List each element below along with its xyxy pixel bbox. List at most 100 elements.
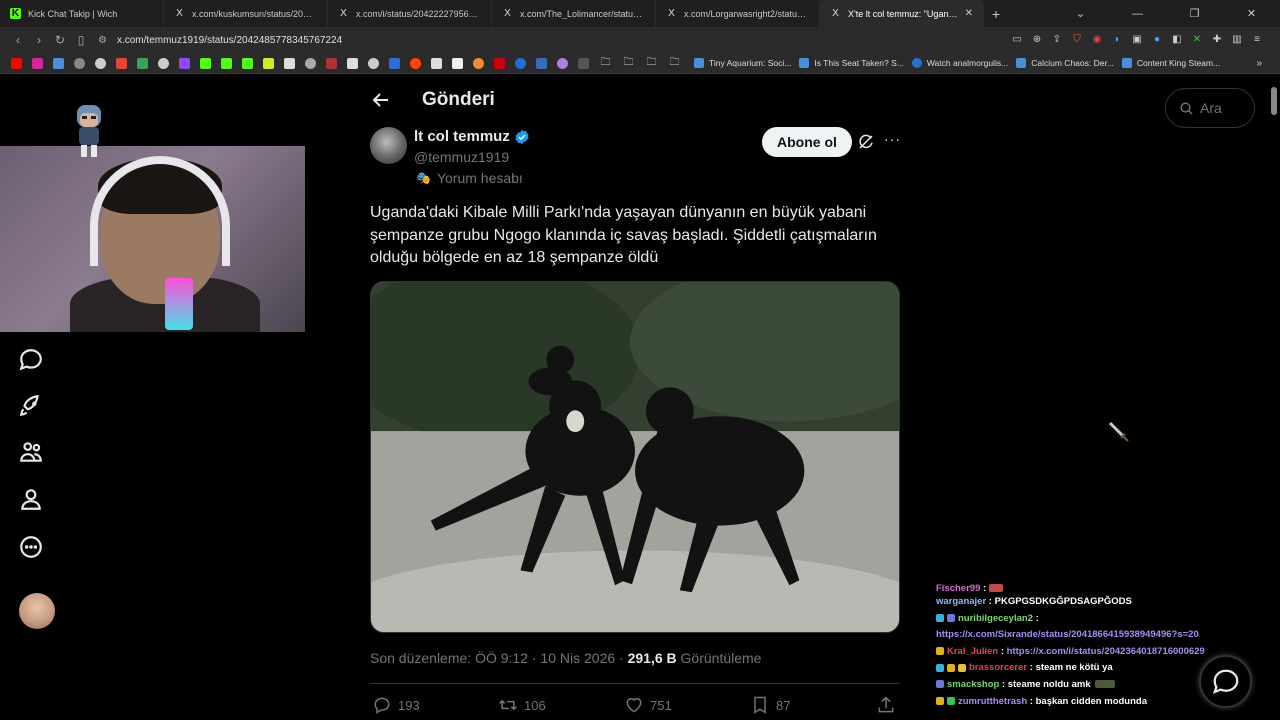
account-avatar[interactable] [19, 593, 55, 629]
menu-icon[interactable]: ≡ [1250, 33, 1264, 47]
bookmark-favicon-icon[interactable] [384, 56, 405, 70]
reload-icon[interactable]: ↻ [50, 33, 70, 47]
browser-tab[interactable]: X x.com/The_Lolimancer/status/20421... [492, 0, 656, 27]
browser-tab[interactable]: X x.com/kuskumsun/status/20425426... [164, 0, 328, 27]
more-bookmarks-icon[interactable]: » [1256, 58, 1262, 69]
kick-icon[interactable] [195, 56, 216, 70]
scrollbar-thumb[interactable] [1271, 87, 1277, 115]
bookmark-link[interactable]: Content King Steam... [1121, 58, 1220, 68]
author-handle[interactable]: @temmuz1919 [414, 149, 509, 165]
bookmark-favicon-icon[interactable] [489, 56, 510, 70]
extension-icon[interactable]: ◧ [1170, 33, 1184, 47]
subscribe-button[interactable]: Abone ol [762, 127, 852, 157]
communities-icon[interactable] [18, 439, 44, 465]
bookmark-favicon-icon[interactable] [573, 56, 594, 70]
url-field[interactable]: ⚙ x.com/temmuz1919/status/20424857783457… [98, 30, 1010, 50]
bookmark-link[interactable]: Is This Seat Taken? S... [799, 58, 904, 68]
cast-icon[interactable]: ▭ [1010, 33, 1024, 47]
puzzle-icon[interactable]: ✚ [1210, 33, 1224, 47]
minimize-icon[interactable]: — [1109, 8, 1166, 20]
bookmark-favicon-icon[interactable] [90, 56, 111, 70]
more-options-icon[interactable] [18, 534, 44, 560]
reddit-icon[interactable] [405, 56, 426, 70]
bookmark-favicon-icon[interactable] [363, 56, 384, 70]
chevron-down-icon[interactable]: ⌄ [1052, 7, 1109, 20]
extension-icon[interactable]: ◗ [1110, 33, 1124, 47]
bookmark-favicon-icon[interactable] [300, 56, 321, 70]
like-button[interactable]: 751 [624, 695, 672, 715]
chat-bubble-icon [1212, 669, 1238, 694]
more-icon[interactable]: ··· [884, 131, 904, 151]
back-arrow-icon[interactable] [366, 85, 396, 115]
instagram-icon[interactable] [27, 56, 48, 70]
folder-icon[interactable]: 🗀 [594, 55, 617, 72]
extension-icon[interactable]: ◉ [1090, 33, 1104, 47]
kick-icon[interactable] [237, 56, 258, 70]
kick-icon[interactable] [216, 56, 237, 70]
search-input[interactable] [1200, 100, 1250, 116]
profile-icon[interactable] [18, 486, 44, 512]
bookmark-favicon-icon[interactable] [153, 56, 174, 70]
bookmark-favicon-icon[interactable] [426, 56, 447, 70]
bookmark-link[interactable]: Calcium Chaos: Der... [1016, 58, 1114, 68]
extension-icon[interactable]: ● [1150, 33, 1164, 47]
messages-fab[interactable] [1199, 655, 1252, 708]
back-icon[interactable]: ‹ [8, 33, 28, 47]
share-icon[interactable]: ⇪ [1050, 33, 1064, 47]
author-avatar[interactable] [370, 127, 407, 164]
repost-button[interactable]: 106 [498, 695, 546, 715]
gmail-icon[interactable] [111, 56, 132, 70]
bookmark-favicon-icon[interactable] [69, 56, 90, 70]
messages-icon[interactable] [18, 347, 44, 373]
chat-link[interactable]: https://x.com/Sixrande/status/2041866415… [936, 629, 1199, 640]
browser-tab[interactable]: X x.com/Lorgarwasright2/status/2042... [656, 0, 820, 27]
bookmark-favicon-icon[interactable] [279, 56, 300, 70]
restore-icon[interactable]: ❐ [1166, 7, 1223, 20]
bookmark-favicon-icon[interactable] [552, 56, 573, 70]
twitch-icon[interactable] [174, 56, 195, 70]
bookmark-favicon-icon[interactable] [321, 56, 342, 70]
grok-icon[interactable] [857, 133, 875, 151]
sidebar-icon[interactable]: ▥ [1230, 33, 1244, 47]
account-label: 🎭 Yorum hesabı [416, 170, 523, 186]
brave-shield-icon[interactable]: ⛉ [1070, 33, 1084, 47]
post-image[interactable] [370, 281, 900, 633]
rocket-icon[interactable] [18, 393, 44, 419]
chat-username: zumrutthetrash [958, 695, 1028, 707]
chat-link[interactable]: https://x.com/i/status/20423640187160006… [1007, 646, 1205, 657]
browser-tab[interactable]: K Kick Chat Takip | Wich [0, 0, 164, 27]
chat-text: steam ne kötü ya [1035, 662, 1113, 674]
extension-icon[interactable]: ▣ [1130, 33, 1144, 47]
drive-icon[interactable] [132, 56, 153, 70]
folder-icon[interactable]: 🗀 [663, 55, 686, 72]
bookmark-icon[interactable]: ▯ [71, 33, 91, 47]
zoom-icon[interactable]: ⊕ [1030, 33, 1044, 47]
folder-icon[interactable]: 🗀 [617, 55, 640, 72]
extension-icon[interactable]: ✕ [1190, 33, 1204, 47]
forward-icon[interactable]: › [29, 33, 49, 47]
youtube-icon[interactable] [6, 56, 27, 70]
folder-icon[interactable]: 🗀 [640, 55, 663, 72]
new-tab-button[interactable]: + [984, 6, 1008, 22]
bookmark-favicon-icon[interactable] [258, 56, 279, 70]
reply-button[interactable]: 193 [372, 695, 420, 715]
site-info-icon[interactable]: ⚙ [98, 35, 107, 46]
bookmark-link[interactable]: Watch analmorgulis... [911, 58, 1008, 68]
x-logo-icon[interactable] [342, 56, 363, 70]
close-tab-icon[interactable]: ✕ [965, 8, 973, 19]
share-button[interactable] [876, 695, 902, 715]
author-name-row[interactable]: lt col temmuz [414, 128, 530, 145]
browser-tab-active[interactable]: X X'te lt col temmuz: "Uganda'daki... ✕ [820, 0, 984, 27]
author-name[interactable]: lt col temmuz [414, 128, 510, 145]
bookmark-favicon-icon[interactable] [48, 56, 69, 70]
bookmark-button[interactable]: 87 [750, 695, 790, 715]
post-timestamp[interactable]: Son düzenleme: ÖÖ 9:12 · 10 Nis 2026 · [370, 650, 628, 666]
amazon-icon[interactable] [447, 56, 468, 70]
bookmark-favicon-icon[interactable] [531, 56, 552, 70]
bookmark-link[interactable]: Tiny Aquarium: Soci... [694, 58, 791, 68]
close-window-icon[interactable]: ✕ [1223, 7, 1280, 20]
browser-tab[interactable]: X x.com/i/status/20422227956653508... [328, 0, 492, 27]
bookmark-favicon-icon[interactable] [468, 56, 489, 70]
bookmark-favicon-icon[interactable] [510, 56, 531, 70]
search-box[interactable] [1165, 88, 1255, 128]
